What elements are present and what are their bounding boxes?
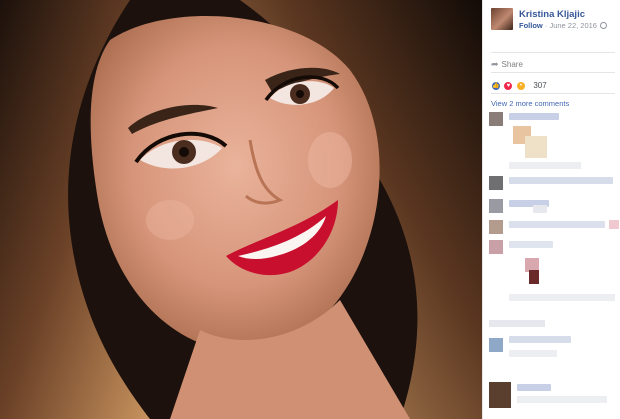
comment-avatar[interactable]	[489, 112, 503, 126]
post-meta: Follow · June 22, 2016	[519, 21, 608, 30]
comment-text-blurred	[489, 320, 545, 327]
author-name[interactable]: Kristina Kljajic	[519, 9, 585, 20]
comment-text-blurred	[509, 177, 613, 184]
author-avatar[interactable]	[491, 8, 513, 30]
comment-meta-blurred	[509, 162, 581, 169]
comment-avatar[interactable]	[489, 199, 503, 213]
comment-text-blurred	[509, 113, 559, 120]
comment-image-blurred	[529, 270, 539, 284]
comment-text-blurred	[509, 241, 553, 248]
divider	[491, 72, 615, 73]
comment-avatar[interactable]	[489, 240, 503, 254]
follow-link[interactable]: Follow	[519, 21, 543, 30]
post-date[interactable]: June 22, 2016	[549, 21, 597, 30]
share-button[interactable]: ➦ Share	[491, 59, 523, 70]
share-arrow-icon: ➦	[491, 59, 499, 69]
globe-icon	[600, 22, 608, 29]
view-more-comments-link[interactable]: View 2 more comments	[491, 99, 569, 108]
post-header: Kristina Kljajic Follow · June 22, 2016	[491, 8, 619, 32]
post-photo[interactable]	[0, 0, 482, 419]
comment-meta-blurred	[509, 294, 615, 301]
meta-separator: ·	[544, 21, 548, 30]
comment-meta-blurred	[509, 350, 557, 357]
comment-avatar[interactable]	[489, 382, 511, 408]
comment-text-blurred	[517, 384, 551, 391]
reaction-count: 307	[533, 81, 547, 91]
like-reaction-icon: 👍	[491, 80, 501, 91]
share-label: Share	[501, 60, 523, 69]
portrait-image	[0, 0, 482, 419]
comment-avatar[interactable]	[489, 338, 503, 352]
comment-image-blurred	[525, 136, 547, 158]
comment-text-blurred	[509, 336, 571, 343]
wow-reaction-icon: •	[515, 80, 526, 91]
comment-text-blurred	[533, 205, 547, 213]
reactions-summary[interactable]: 👍 ♥ • 307	[491, 77, 547, 91]
divider	[491, 93, 615, 94]
comment-text-blurred	[517, 396, 607, 403]
comment-avatar[interactable]	[489, 220, 503, 234]
love-reaction-icon: ♥	[503, 80, 514, 91]
comment-text-blurred	[509, 221, 605, 228]
comment-text-blurred	[609, 220, 619, 229]
divider	[491, 52, 615, 53]
post-sidebar: Kristina Kljajic Follow · June 22, 2016 …	[482, 0, 620, 419]
comment-avatar[interactable]	[489, 176, 503, 190]
